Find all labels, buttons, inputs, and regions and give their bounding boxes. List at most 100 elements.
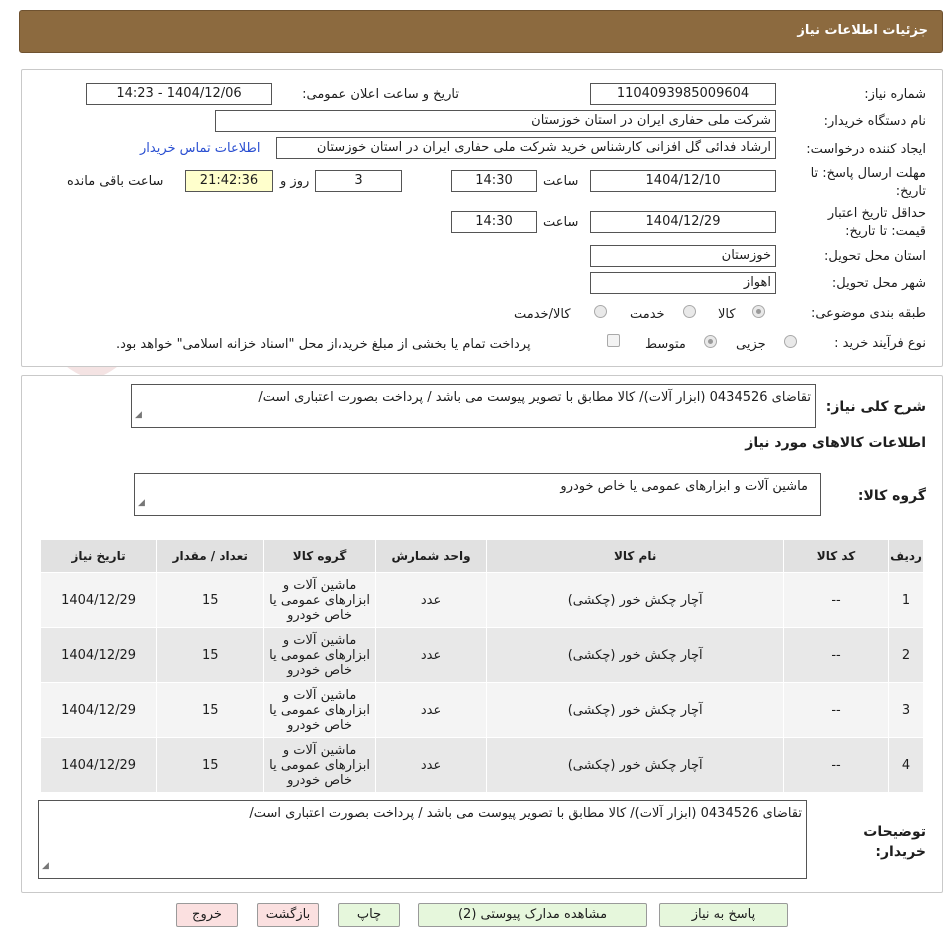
province-label: استان محل تحویل: <box>824 249 926 264</box>
general-desc-text: تقاضای 0434526 (ابزار آلات)/ کالا مطابق … <box>258 390 811 405</box>
buyer-contact-link[interactable]: اطلاعات تماس خریدار <box>140 141 260 156</box>
category-goods-service-label: کالا/خدمت <box>514 307 571 322</box>
deadline-time-label: ساعت <box>543 174 579 189</box>
col-row-header: ردیف <box>888 539 924 573</box>
process-medium-radio[interactable] <box>704 335 717 348</box>
print-button[interactable]: چاپ <box>338 903 400 927</box>
row-number: 2 <box>888 627 924 683</box>
item-code: -- <box>783 572 890 628</box>
general-desc-label: شرح کلی نیاز: <box>825 399 926 415</box>
deadline-date-field[interactable]: 1404/12/10 <box>590 170 776 192</box>
need-number-field[interactable]: 1104093985009604 <box>590 83 776 105</box>
validity-time-label: ساعت <box>543 215 579 230</box>
process-medium-label: متوسط <box>645 337 686 352</box>
item-group: ماشین آلات و ابزارهای عمومی یا خاص خودرو <box>263 737 376 793</box>
province-field[interactable]: خوزستان <box>590 245 776 267</box>
goods-group-label: گروه کالا: <box>857 488 926 504</box>
process-minor-label: جزیی <box>736 337 766 352</box>
item-code: -- <box>783 682 890 738</box>
deadline-time-field[interactable]: 14:30 <box>451 170 537 192</box>
item-name: آچار چکش خور (چکشی) <box>486 627 785 683</box>
city-field[interactable]: اهواز <box>590 272 776 294</box>
item-name: آچار چکش خور (چکشی) <box>486 682 785 738</box>
item-date: 1404/12/29 <box>39 682 158 738</box>
item-qty: 15 <box>156 682 265 738</box>
days-label: روز و <box>280 174 310 189</box>
table-row: 4 -- آچار چکش خور (چکشی) عدد ماشین آلات … <box>39 737 924 793</box>
item-unit: عدد <box>374 627 488 683</box>
category-label: طبقه بندی موضوعی: <box>810 306 926 321</box>
buyer-notes-text: تقاضای 0434526 (ابزار آلات)/ کالا مطابق … <box>249 806 802 821</box>
item-name: آچار چکش خور (چکشی) <box>486 572 785 628</box>
item-date: 1404/12/29 <box>39 737 158 793</box>
resize-handle-icon[interactable]: ◢ <box>138 494 145 512</box>
table-row: 2 -- آچار چکش خور (چکشی) عدد ماشین آلات … <box>39 627 924 683</box>
col-group-header: گروه کالا <box>263 539 376 573</box>
col-code-header: کد کالا <box>783 539 890 573</box>
reply-button[interactable]: پاسخ به نیاز <box>659 903 788 927</box>
announce-field[interactable]: 1404/12/06 - 14:23 <box>86 83 272 105</box>
col-name-header: نام کالا <box>486 539 785 573</box>
item-group: ماشین آلات و ابزارهای عمومی یا خاص خودرو <box>263 627 376 683</box>
col-date-header: تاریخ نیاز <box>39 539 158 573</box>
validity-time-field[interactable]: 14:30 <box>451 211 537 233</box>
table-row: 3 -- آچار چکش خور (چکشی) عدد ماشین آلات … <box>39 682 924 738</box>
process-minor-radio[interactable] <box>784 335 797 348</box>
goods-group-field[interactable]: ماشین آلات و ابزارهای عمومی یا خاص خودرو… <box>134 473 821 516</box>
need-number-label: شماره نیاز: <box>864 87 926 102</box>
page-header: جزئيات اطلاعات نیاز <box>19 10 943 53</box>
payment-note: پرداخت تمام یا بخشی از مبلغ خرید،از محل … <box>116 337 531 352</box>
validity-date-field[interactable]: 1404/12/29 <box>590 211 776 233</box>
treasury-checkbox[interactable] <box>607 334 620 347</box>
items-table: ردیف کد کالا نام کالا واحد شمارش گروه کا… <box>39 539 924 793</box>
remaining-label: ساعت باقی مانده <box>67 174 164 189</box>
item-name: آچار چکش خور (چکشی) <box>486 737 785 793</box>
item-group: ماشین آلات و ابزارهای عمومی یا خاص خودرو <box>263 682 376 738</box>
resize-handle-icon[interactable]: ◢ <box>135 406 142 424</box>
item-unit: عدد <box>374 572 488 628</box>
days-field[interactable]: 3 <box>315 170 402 192</box>
buyer-org-label: نام دستگاه خریدار: <box>823 114 926 129</box>
category-goods-label: کالا <box>718 307 736 322</box>
category-goods-service-radio[interactable] <box>594 305 607 318</box>
requester-label: ایجاد کننده درخواست: <box>806 142 926 157</box>
category-service-label: خدمت <box>630 307 665 322</box>
buyer-org-field[interactable]: شرکت ملی حفاری ایران در استان خوزستان <box>215 110 776 132</box>
page-title: جزئيات اطلاعات نیاز <box>797 23 928 38</box>
category-goods-radio[interactable] <box>752 305 765 318</box>
back-button[interactable]: بازگشت <box>257 903 319 927</box>
process-label: نوع فرآیند خرید : <box>834 336 926 351</box>
validity-label: حداقل تاریخ اعتبار قیمت: تا تاریخ: <box>827 206 926 239</box>
item-code: -- <box>783 627 890 683</box>
buyer-notes-label: توضیحات خریدار: <box>863 824 926 860</box>
buyer-notes-field[interactable]: تقاضای 0434526 (ابزار آلات)/ کالا مطابق … <box>38 800 807 879</box>
goods-group-text: ماشین آلات و ابزارهای عمومی یا خاص خودرو <box>560 479 808 494</box>
resize-handle-icon[interactable]: ◢ <box>42 857 49 875</box>
category-service-radio[interactable] <box>683 305 696 318</box>
deadline-label: مهلت ارسال پاسخ: تا تاریخ: <box>810 166 926 199</box>
item-unit: عدد <box>374 737 488 793</box>
city-label: شهر محل تحویل: <box>831 276 926 291</box>
item-group: ماشین آلات و ابزارهای عمومی یا خاص خودرو <box>263 572 376 628</box>
item-code: -- <box>783 737 890 793</box>
row-number: 4 <box>888 737 924 793</box>
col-unit-header: واحد شمارش <box>374 539 488 573</box>
item-unit: عدد <box>374 682 488 738</box>
attachments-button[interactable]: مشاهده مدارک پیوستی (2) <box>418 903 647 927</box>
item-qty: 15 <box>156 572 265 628</box>
row-number: 1 <box>888 572 924 628</box>
requester-field[interactable]: ارشاد فدائی گل افزانی کارشناس خرید شرکت … <box>276 137 776 159</box>
item-date: 1404/12/29 <box>39 572 158 628</box>
row-number: 3 <box>888 682 924 738</box>
exit-button[interactable]: خروج <box>176 903 238 927</box>
item-qty: 15 <box>156 737 265 793</box>
goods-info-title: اطلاعات کالاهای مورد نیاز <box>745 435 926 451</box>
item-date: 1404/12/29 <box>39 627 158 683</box>
col-qty-header: تعداد / مقدار <box>156 539 265 573</box>
remaining-time-field: 21:42:36 <box>185 170 273 192</box>
item-qty: 15 <box>156 627 265 683</box>
table-row: 1 -- آچار چکش خور (چکشی) عدد ماشین آلات … <box>39 572 924 628</box>
general-desc-field[interactable]: تقاضای 0434526 (ابزار آلات)/ کالا مطابق … <box>131 384 816 428</box>
table-header-row: ردیف کد کالا نام کالا واحد شمارش گروه کا… <box>39 539 924 573</box>
announce-label: تاریخ و ساعت اعلان عمومی: <box>302 87 459 102</box>
